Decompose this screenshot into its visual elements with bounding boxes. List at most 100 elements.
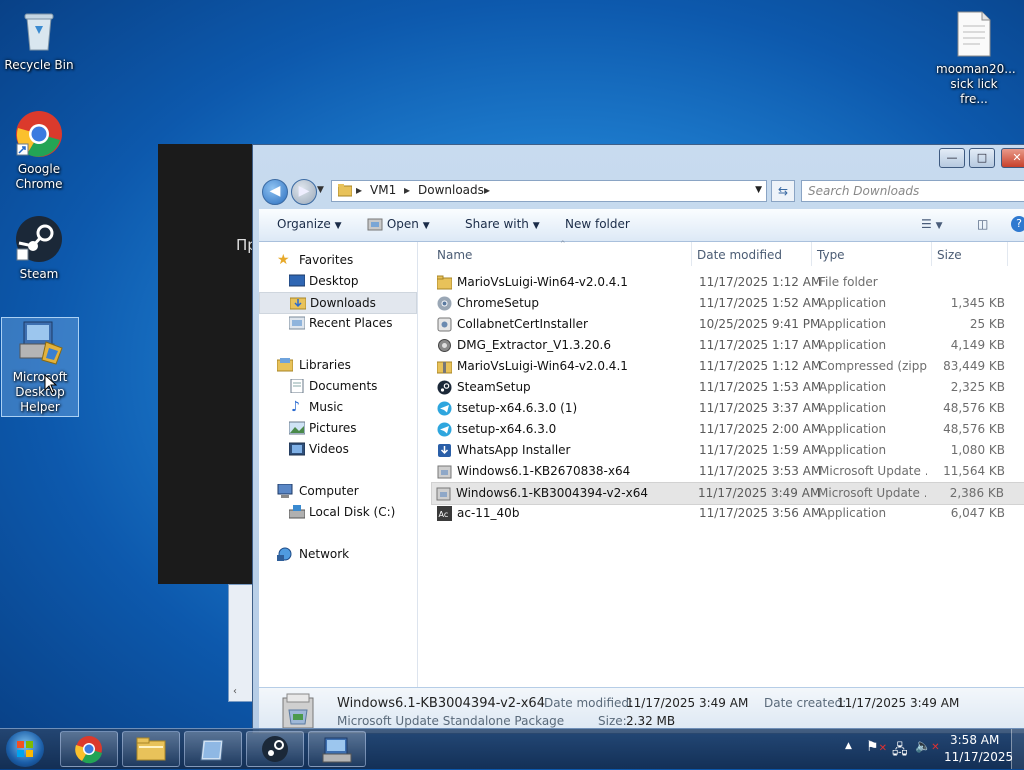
address-dropdown-icon[interactable]: ▼ <box>755 185 762 195</box>
column-header-type[interactable]: Type <box>817 248 845 262</box>
maximize-button[interactable]: □ <box>969 148 995 168</box>
close-button[interactable]: ✕ <box>1001 148 1024 168</box>
back-button[interactable]: ◀ <box>262 179 288 205</box>
download-icon <box>437 443 452 458</box>
desktop-icon-google-chrome[interactable]: Google Chrome <box>1 110 77 192</box>
scroll-left-arrow-icon[interactable]: ‹ <box>233 686 237 697</box>
file-size: 2,386 KB <box>949 486 1004 500</box>
nav-pictures[interactable]: Pictures <box>259 418 415 438</box>
file-row[interactable]: ChromeSetup 11/17/2025 1:52 AM Application… <box>433 293 1024 314</box>
file-row[interactable]: Ac ac-11_40b 11/17/2025 3:56 AM Application… <box>433 503 1024 524</box>
show-hidden-icons-button[interactable]: ▲ <box>845 741 852 751</box>
file-row[interactable]: Windows6.1-KB2670838-x64 11/17/2025 3:53 … <box>433 461 1024 482</box>
refresh-button[interactable]: ⇆ <box>771 180 795 202</box>
file-name: ac-11_40b <box>457 506 520 520</box>
clock-date[interactable]: 11/17/2025 <box>944 750 1013 764</box>
setup-program-icon <box>322 737 352 763</box>
taskbar-chrome-button[interactable] <box>60 731 118 767</box>
file-date-modified: 11/17/2025 3:37 AM <box>699 401 822 415</box>
search-input[interactable]: Search Downloads <box>801 180 1024 202</box>
nav-recent-places[interactable]: Recent Places <box>259 313 415 333</box>
file-date-modified: 11/17/2025 3:56 AM <box>699 506 822 520</box>
file-name: DMG_Extractor_V1.3.20.6 <box>457 338 611 352</box>
share-with-button[interactable]: Share with ▼ <box>465 217 540 231</box>
gear-app-icon <box>437 338 452 353</box>
nav-network[interactable]: Network <box>259 544 415 564</box>
clock-time[interactable]: 3:58 AM <box>950 733 999 747</box>
file-date-modified: 11/17/2025 1:12 AM <box>699 359 822 373</box>
details-file-name: Windows6.1-KB3004394-v2-x64 <box>337 696 545 711</box>
file-size: 48,576 KB <box>943 422 1005 436</box>
file-row[interactable]: CollabnetCertInstaller 10/25/2025 9:41 PM… <box>433 314 1024 335</box>
desktop-icon-microsoft-desktop-helper[interactable]: Microsoft Desktop Helper <box>1 317 79 417</box>
recent-pages-chevron-icon[interactable]: ▼ <box>317 185 324 195</box>
explorer-window[interactable]: — □ ✕ ◀ ▶ ▼ ▸ VM1 ▸ Downloads ▸ ▼ ⇆ Sear… <box>252 144 1024 734</box>
libraries-icon <box>277 358 293 372</box>
start-button[interactable] <box>6 731 44 767</box>
file-size: 48,576 KB <box>943 401 1005 415</box>
desktop-icon-label: Microsoft Desktop Helper <box>12 370 68 414</box>
taskbar-installer-button[interactable] <box>308 731 366 767</box>
taskbar-window-button[interactable] <box>184 731 242 767</box>
show-desktop-button[interactable] <box>1011 729 1024 769</box>
file-type: Application <box>819 422 887 436</box>
help-icon[interactable]: ? <box>1011 216 1024 232</box>
file-row[interactable]: MarioVsLuigi-Win64-v2.0.4.1 11/17/2025 1:… <box>433 272 1024 293</box>
new-folder-button[interactable]: New folder <box>565 217 630 231</box>
nav-favorites[interactable]: ★ Favorites <box>259 250 415 270</box>
preview-pane-button[interactable]: ◫ <box>977 217 988 231</box>
nav-local-disk[interactable]: Local Disk (C:) <box>259 502 415 522</box>
open-package-icon <box>367 218 383 231</box>
file-type: Application <box>819 338 887 352</box>
column-header-date-modified[interactable]: Date modified <box>697 248 782 262</box>
explorer-content: ★ Favorites Desktop Downloads Recent Pla… <box>259 240 1024 687</box>
forward-button[interactable]: ▶ <box>291 179 317 205</box>
file-date-modified: 11/17/2025 1:52 AM <box>699 296 822 310</box>
desktop-icon-recycle-bin[interactable]: Recycle Bin <box>1 6 77 73</box>
taskbar-explorer-button[interactable] <box>122 731 180 767</box>
window-titlebar[interactable]: — □ ✕ <box>253 145 1024 175</box>
chrome-setup-icon <box>437 296 452 311</box>
address-bar[interactable]: ▸ VM1 ▸ Downloads ▸ ▼ <box>331 180 767 202</box>
change-view-button[interactable]: ☰ ▼ <box>921 217 943 231</box>
nav-music[interactable]: ♪ Music <box>259 397 415 417</box>
nav-desktop[interactable]: Desktop <box>259 271 415 291</box>
telegram-icon <box>437 401 452 416</box>
nav-libraries[interactable]: Libraries <box>259 355 415 375</box>
action-center-flag-icon[interactable]: ⚑✕ <box>866 739 887 755</box>
file-row[interactable]: Windows6.1-KB3004394-v2-x64 11/17/2025 3:… <box>431 482 1024 505</box>
downloads-folder-icon <box>290 297 306 310</box>
file-row[interactable]: DMG_Extractor_V1.3.20.6 11/17/2025 1:17 A… <box>433 335 1024 356</box>
videos-icon <box>289 442 305 456</box>
desktop-icon-text-file[interactable]: mooman20... sick lick fre... <box>936 10 1016 107</box>
column-header-size[interactable]: Size <box>937 248 962 262</box>
command-bar: Organize ▼ Open ▼ Share with ▼ New folde… <box>259 209 1024 242</box>
desktop-icon-steam[interactable]: Steam <box>1 215 77 282</box>
network-tray-icon[interactable]: 🖧 <box>892 739 908 763</box>
breadcrumb-vm1[interactable]: VM1 <box>370 183 396 197</box>
minimize-button[interactable]: — <box>939 148 965 168</box>
file-date-modified: 11/17/2025 3:53 AM <box>699 464 822 478</box>
open-button[interactable]: Open ▼ <box>367 217 430 231</box>
file-row[interactable]: WhatsApp Installer 11/17/2025 1:59 AM Appl… <box>433 440 1024 461</box>
update-package-icon <box>437 464 452 479</box>
file-row[interactable]: MarioVsLuigi-Win64-v2.0.4.1 11/17/2025 1:… <box>433 356 1024 377</box>
file-row[interactable]: tsetup-x64.6.3.0 11/17/2025 2:00 AM Applic… <box>433 419 1024 440</box>
breadcrumb-downloads[interactable]: Downloads <box>418 183 484 197</box>
file-type: Application <box>819 401 887 415</box>
organize-button[interactable]: Organize ▼ <box>277 217 342 231</box>
nav-computer[interactable]: Computer <box>259 481 415 501</box>
nav-documents[interactable]: Documents <box>259 376 415 396</box>
file-name: WhatsApp Installer <box>457 443 571 457</box>
volume-muted-icon[interactable]: 🔈✕ <box>915 739 940 754</box>
music-icon: ♪ <box>291 399 300 415</box>
column-header-name[interactable]: Name <box>437 248 472 262</box>
nav-videos[interactable]: Videos <box>259 439 415 459</box>
taskbar-steam-button[interactable] <box>246 731 304 767</box>
file-type: Compressed (zipp... <box>819 359 927 373</box>
svg-text:Ac: Ac <box>439 510 449 519</box>
folder-location-icon <box>338 184 352 197</box>
file-row[interactable]: tsetup-x64.6.3.0 (1) 11/17/2025 3:37 AM Ap… <box>433 398 1024 419</box>
nav-downloads[interactable]: Downloads <box>259 292 417 314</box>
file-row[interactable]: SteamSetup 11/17/2025 1:53 AM Application 2… <box>433 377 1024 398</box>
